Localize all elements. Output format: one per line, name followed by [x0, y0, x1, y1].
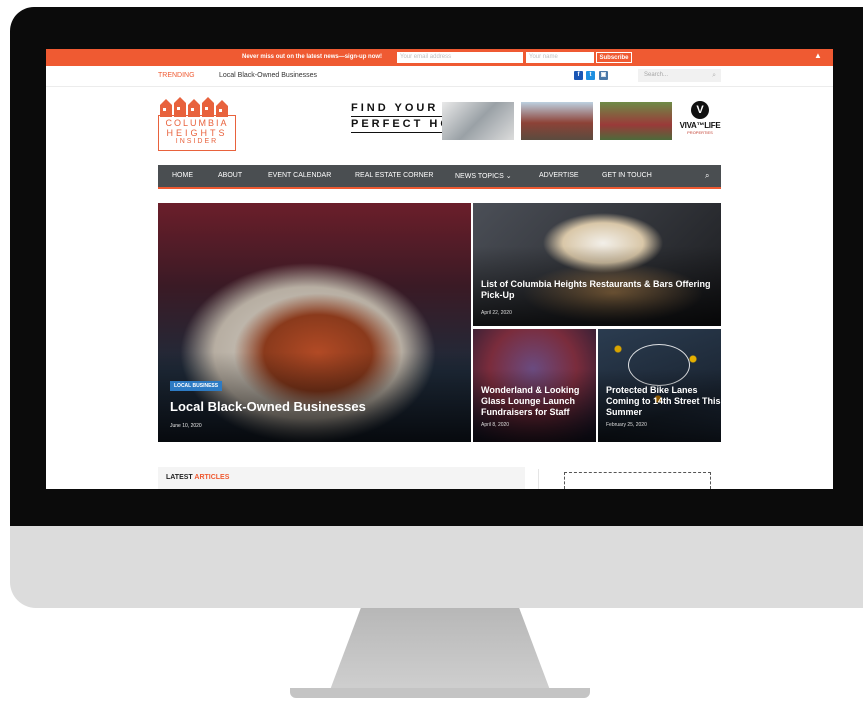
site-logo[interactable]: COLUMBIA HEIGHTS INSIDER [158, 97, 238, 154]
instagram-icon[interactable]: ▣ [599, 71, 608, 80]
nav-item-get-in-touch[interactable]: GET IN TOUCH [602, 172, 652, 179]
scroll-top-icon[interactable]: ▲ [814, 51, 822, 60]
bike-lane-symbol [628, 344, 690, 386]
site-header: COLUMBIA HEIGHTS INSIDER FIND YOUR PERFE… [46, 87, 833, 159]
trending-bar: TRENDING Local Black-Owned Businesses f … [46, 66, 833, 87]
section-title-word-1: LATEST [166, 474, 193, 481]
header-advertisement[interactable]: FIND YOUR PERFECT HOME V VIVA™LIFE PROPE… [351, 101, 721, 141]
featured-article-card[interactable]: List of Columbia Heights Restaurants & B… [473, 203, 721, 326]
featured-article-card[interactable]: Wonderland & Looking Glass Lounge Launch… [473, 329, 596, 442]
monitor-stand [290, 608, 590, 698]
section-title-word-2: ARTICLES [194, 474, 230, 481]
viva-life-logo: V VIVA™LIFE PROPERTIES [679, 101, 721, 135]
sidebar-ad-placeholder [564, 472, 711, 489]
stand-neck [330, 608, 550, 690]
nav-search-icon[interactable]: ⌕ [705, 171, 709, 181]
nav-item-real-estate-corner[interactable]: REAL ESTATE CORNER [355, 172, 433, 179]
featured-article-card[interactable]: Protected Bike Lanes Coming to 14th Stre… [598, 329, 721, 442]
category-tag[interactable]: LOCAL BUSINESS [170, 381, 223, 391]
article-card-title[interactable]: Protected Bike Lanes Coming to 14th Stre… [606, 385, 721, 418]
monitor-chin [10, 526, 863, 608]
logo-line-1: COLUMBIA [165, 118, 229, 128]
section-title: LATEST ARTICLES [166, 474, 229, 481]
article-card-title[interactable]: List of Columbia Heights Restaurants & B… [481, 279, 721, 301]
trending-label: TRENDING [158, 72, 195, 79]
logo-line-2: HEIGHTS [166, 128, 228, 138]
featured-article-title[interactable]: Local Black-Owned Businesses [170, 399, 366, 414]
website-screen: Never miss out on the latest news—sign-u… [46, 49, 833, 489]
main-nav: HOME ABOUT EVENT CALENDAR REAL ESTATE CO… [158, 165, 721, 189]
newsletter-promo-text: Never miss out on the latest news—sign-u… [242, 54, 383, 60]
featured-article-main[interactable]: LOCAL BUSINESS Local Black-Owned Busines… [158, 203, 471, 442]
nav-item-news-topics[interactable]: NEWS TOPICS ⌄ [455, 172, 512, 180]
latest-articles-header: LATEST ARTICLES [158, 467, 525, 489]
search-input[interactable]: Search... ⌕ [638, 69, 721, 82]
ad-photo-interior [442, 102, 514, 140]
search-icon[interactable]: ⌕ [712, 69, 716, 82]
ad-photo-street [600, 102, 672, 140]
viva-brand-sub: PROPERTIES [687, 130, 713, 135]
newsletter-name-input[interactable]: Your name [526, 52, 594, 63]
viva-logo-icon: V [691, 101, 709, 119]
article-card-date: February 25, 2020 [606, 422, 647, 428]
featured-article-date: June 10, 2020 [170, 423, 202, 429]
ad-photo-rowhouses [521, 102, 593, 140]
facebook-icon[interactable]: f [574, 71, 583, 80]
rowhouse-logo-icon [160, 97, 228, 117]
stand-base [290, 688, 590, 698]
logo-line-3: INSIDER [175, 138, 219, 145]
article-card-date: April 8, 2020 [481, 422, 510, 428]
column-divider [538, 469, 539, 489]
article-card-date: April 22, 2020 [481, 310, 512, 316]
nav-item-event-calendar[interactable]: EVENT CALENDAR [268, 172, 331, 179]
nav-item-about[interactable]: ABOUT [218, 172, 242, 179]
newsletter-bar: Never miss out on the latest news—sign-u… [46, 49, 833, 66]
nav-item-home[interactable]: HOME [172, 172, 193, 179]
trending-item-link[interactable]: Local Black-Owned Businesses [219, 72, 317, 79]
subscribe-button[interactable]: Subscribe [596, 52, 632, 63]
viva-brand-name: VIVA™LIFE [679, 121, 721, 130]
twitter-icon[interactable]: t [586, 71, 595, 80]
article-card-title[interactable]: Wonderland & Looking Glass Lounge Launch… [481, 385, 596, 418]
search-placeholder: Search... [644, 72, 669, 78]
logo-wordmark: COLUMBIA HEIGHTS INSIDER [158, 115, 236, 151]
nav-item-advertise[interactable]: ADVERTISE [539, 172, 579, 179]
newsletter-email-input[interactable]: Your email address [397, 52, 523, 63]
